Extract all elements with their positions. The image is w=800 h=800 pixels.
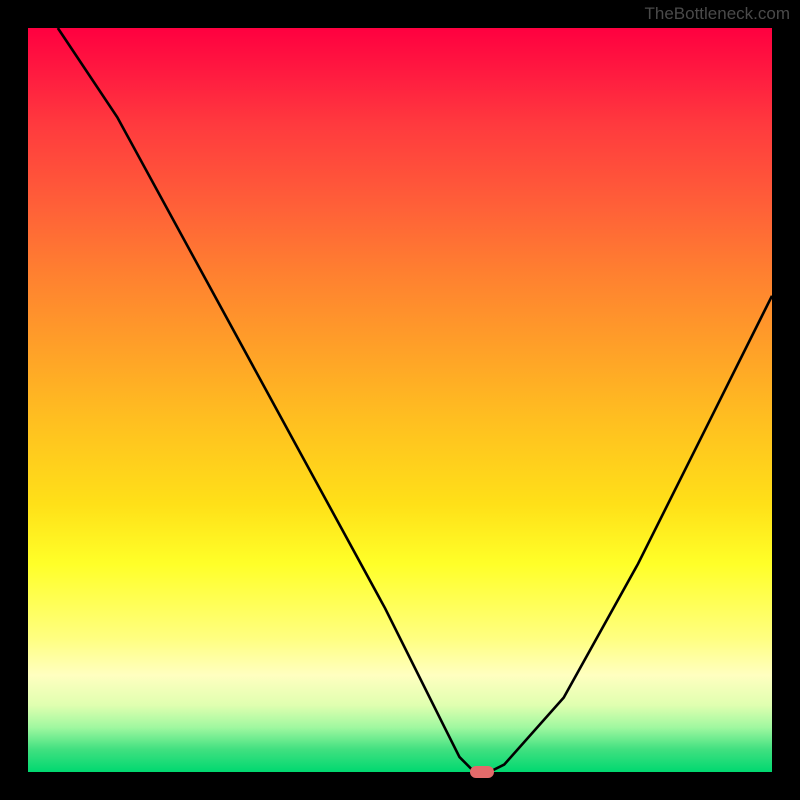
bottleneck-curve (58, 28, 772, 772)
watermark-label: TheBottleneck.com (644, 4, 790, 24)
chart-frame: TheBottleneck.com (0, 0, 800, 800)
curve-layer (0, 0, 800, 800)
optimum-marker (470, 766, 494, 778)
